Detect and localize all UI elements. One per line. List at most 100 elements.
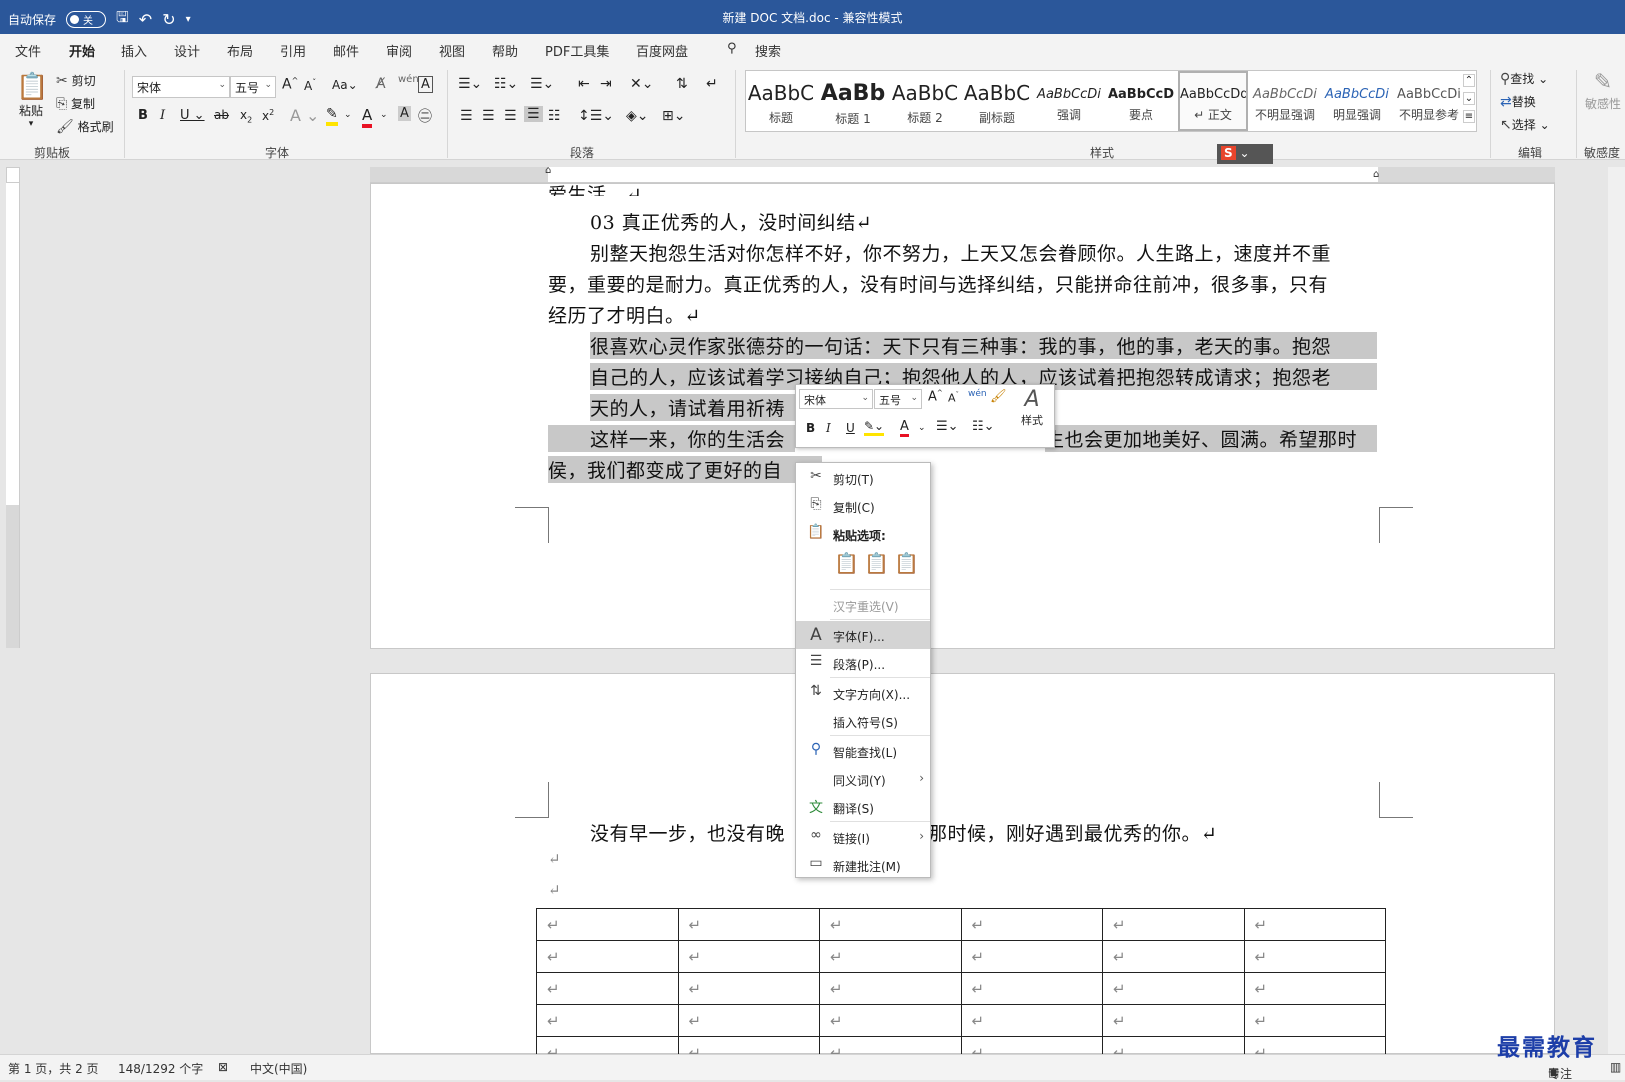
mini-font-color-dropdown-icon[interactable]: ⌄ <box>918 423 926 433</box>
underline-icon[interactable]: U ⌄ <box>180 108 205 123</box>
font-color-icon[interactable]: A <box>362 106 373 128</box>
table-cell[interactable]: ↵ <box>819 940 962 973</box>
table-cell[interactable]: ↵ <box>1243 972 1386 1005</box>
doc-paragraph-line[interactable]: 要，重要的是耐力。真正优秀的人，没有时间与选择纠结，只能拼命往前冲，很多事，只有 <box>548 270 1328 297</box>
tab-layout[interactable]: 布局 <box>227 41 253 60</box>
mini-bold-icon[interactable]: B <box>806 421 815 435</box>
paragraph-mark[interactable]: ↵ <box>548 850 561 868</box>
doc-selected-line[interactable]: 侯，我们都变成了更好的自 <box>548 456 822 483</box>
table-cell[interactable]: ↵ <box>677 940 820 973</box>
distributed-icon[interactable]: ☷ <box>548 108 561 124</box>
tab-references[interactable]: 引用 <box>280 41 306 60</box>
tab-design[interactable]: 设计 <box>174 41 200 60</box>
style-heading2[interactable]: AaBbC 标题 2 <box>890 71 960 131</box>
proofing-icon[interactable]: ⊠ <box>218 1060 228 1074</box>
table-cell[interactable]: ↵ <box>536 1004 679 1037</box>
mini-shrink-font-icon[interactable]: Aˇ <box>948 391 959 405</box>
find-button[interactable]: ⚲查找 ⌄ <box>1500 70 1548 87</box>
subscript-icon[interactable]: x2 <box>240 108 252 124</box>
table-cell[interactable]: ↵ <box>960 1004 1103 1037</box>
tab-home[interactable]: 开始 <box>69 41 96 67</box>
mini-font-color-icon[interactable]: A <box>900 419 909 437</box>
menu-item-insert-symbol[interactable]: 插入符号(S) <box>796 707 930 735</box>
doc-paragraph-line[interactable]: 没有早一步，也没有晚 <box>590 819 785 846</box>
doc-heading-03[interactable]: 03 真正优秀的人，没时间纠结↵ <box>590 208 872 235</box>
table-cell[interactable]: ↵ <box>1243 908 1386 941</box>
table-cell[interactable]: ↵ <box>1243 1004 1386 1037</box>
table-cell[interactable]: ↵ <box>677 972 820 1005</box>
decrease-indent-icon[interactable]: ⇤ <box>578 76 590 92</box>
sensitivity-button[interactable]: ✎ 敏感性 <box>1585 70 1621 112</box>
doc-selected-line[interactable]: 天的人，请试着用祈祷 <box>590 394 795 421</box>
search-box[interactable]: 搜索 <box>755 41 781 60</box>
select-button[interactable]: ↖选择 ⌄ <box>1500 116 1550 133</box>
change-case-button[interactable]: Aa⌄ <box>332 78 358 92</box>
justify-icon[interactable]: ☰ <box>524 106 543 122</box>
tab-insert[interactable]: 插入 <box>121 41 147 60</box>
table-cell[interactable]: ↵ <box>819 908 962 941</box>
enclose-characters-icon[interactable]: ㊁ <box>418 106 432 126</box>
menu-item-copy[interactable]: ⎘ 复制(C) <box>796 492 930 520</box>
table-cell[interactable]: ↵ <box>1102 1036 1245 1054</box>
doc-paragraph-line[interactable]: 爱生活。↵ <box>548 180 642 196</box>
table-cell[interactable]: ↵ <box>536 1036 679 1054</box>
table-cell[interactable]: ↵ <box>1243 1036 1386 1054</box>
character-border-icon[interactable]: A <box>418 76 433 93</box>
asian-layout-icon[interactable]: ✕⌄ <box>630 76 653 92</box>
borders-icon[interactable]: ⊞⌄ <box>662 108 685 124</box>
page-count[interactable]: 第 1 页，共 2 页 <box>8 1060 99 1077</box>
doc-paragraph-line[interactable]: 经历了才明白。↵ <box>548 301 701 328</box>
table-cell[interactable]: ↵ <box>1243 940 1386 973</box>
table-cell[interactable]: ↵ <box>960 972 1103 1005</box>
gallery-scroll-up-icon[interactable]: ⌃ <box>1463 74 1475 87</box>
clear-formatting-icon[interactable]: A̸ <box>376 76 386 92</box>
style-normal[interactable]: AaBbCcDd ↵ 正文 <box>1178 71 1248 131</box>
vertical-ruler[interactable] <box>6 183 20 648</box>
mini-styles-button[interactable]: A 样式 <box>1014 387 1050 428</box>
doc-selected-line[interactable]: 很喜欢心灵作家张德芬的一句话：天下只有三种事：我的事，他的事，老天的事。抱怨 <box>590 332 1377 359</box>
menu-item-link[interactable]: ∞ 链接(I) › <box>796 823 930 851</box>
read-mode-icon[interactable]: ▥ <box>1610 1060 1621 1074</box>
menu-item-smart-lookup[interactable]: ⚲ 智能查找(L) <box>796 737 930 765</box>
search-icon[interactable]: ⚲ <box>727 41 737 56</box>
highlight-icon[interactable]: ✎ <box>326 106 338 126</box>
mini-numbering-icon[interactable]: ☷⌄ <box>972 419 995 434</box>
font-name-combo[interactable]: 宋体 ⌄ <box>132 76 230 98</box>
bullets-icon[interactable]: ☰⌄ <box>458 76 482 92</box>
ruler-corner[interactable] <box>6 167 20 183</box>
paste-merge-icon[interactable]: 📋 <box>864 551 889 575</box>
paragraph-mark[interactable]: ↵ <box>548 881 561 899</box>
paste-text-only-icon[interactable]: 📋 <box>894 551 919 575</box>
strikethrough-icon[interactable]: ab <box>214 108 229 122</box>
menu-item-synonyms[interactable]: 同义词(Y) › <box>796 765 930 793</box>
mini-font-combo[interactable]: 宋体 ⌄ <box>799 389 873 409</box>
style-strong[interactable]: AaBbCcD 要点 <box>1106 71 1176 131</box>
word-count[interactable]: 148/1292 个字 <box>118 1060 203 1077</box>
increase-indent-icon[interactable]: ⇥ <box>600 76 612 92</box>
numbering-icon[interactable]: ☷⌄ <box>494 76 518 92</box>
menu-item-new-comment[interactable]: ▭ 新建批注(M) <box>796 851 930 879</box>
style-subtle-emphasis[interactable]: AaBbCcDi 不明显强调 <box>1250 71 1320 131</box>
table-cell[interactable]: ↵ <box>1102 940 1245 973</box>
sort-icon[interactable]: ⇅ <box>676 76 688 92</box>
tab-view[interactable]: 视图 <box>439 41 465 60</box>
font-color-dropdown-icon[interactable]: ⌄ <box>380 110 388 120</box>
menu-item-paragraph[interactable]: ☰ 段落(P)... <box>796 649 930 677</box>
paste-keep-source-icon[interactable]: 📋 <box>834 551 859 575</box>
tab-review[interactable]: 审阅 <box>386 41 412 60</box>
cut-button[interactable]: ✂ 剪切 <box>56 72 96 89</box>
mini-underline-icon[interactable]: U <box>846 421 855 435</box>
mini-format-painter-icon[interactable]: 🖌 <box>990 389 1007 404</box>
gallery-more-icon[interactable]: ≡ <box>1463 110 1475 123</box>
menu-item-cut[interactable]: ✂ 剪切(T) <box>796 464 930 492</box>
table-cell[interactable]: ↵ <box>536 972 679 1005</box>
menu-item-translate[interactable]: 文翻译(S) <box>796 793 930 821</box>
font-size-combo[interactable]: 五号 ⌄ <box>230 76 276 98</box>
table-cell[interactable]: ↵ <box>1102 908 1245 941</box>
bold-icon[interactable]: B <box>138 108 148 123</box>
paste-button[interactable]: 📋 粘贴 ▾ <box>16 72 48 129</box>
tab-baidu-netdisk[interactable]: 百度网盘 <box>636 41 688 60</box>
mini-phonetic-icon[interactable]: wén <box>968 389 987 399</box>
table-cell[interactable]: ↵ <box>1102 972 1245 1005</box>
highlight-dropdown-icon[interactable]: ⌄ <box>344 110 352 120</box>
